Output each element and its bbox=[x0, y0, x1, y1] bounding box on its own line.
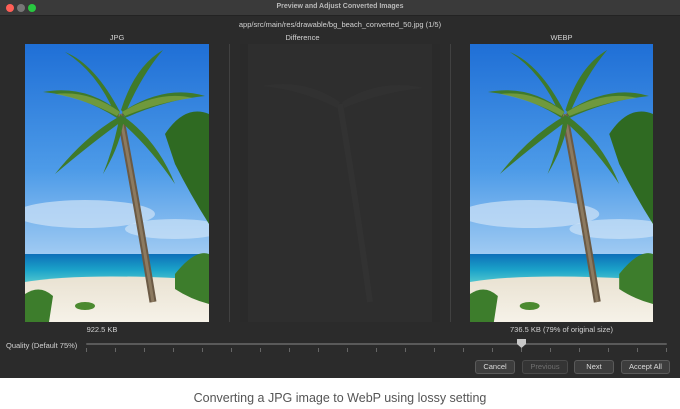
figure-caption: Converting a JPG image to WebP using los… bbox=[193, 391, 487, 405]
previous-button[interactable]: Previous bbox=[522, 360, 568, 374]
window-title: Preview and Adjust Converted Images bbox=[276, 3, 404, 10]
beach-palm-image bbox=[470, 44, 653, 322]
quality-slider[interactable] bbox=[86, 343, 667, 345]
quality-slider-tick bbox=[144, 348, 145, 352]
webp-preview-image bbox=[470, 44, 653, 322]
quality-slider-tick bbox=[492, 348, 493, 352]
preview-dialog: Preview and Adjust Converted Images app/… bbox=[0, 0, 680, 378]
quality-slider-tick bbox=[434, 348, 435, 352]
quality-slider-tick bbox=[579, 348, 580, 352]
difference-preview-image bbox=[240, 44, 440, 322]
quality-slider-tick bbox=[289, 348, 290, 352]
quality-slider-tick bbox=[550, 348, 551, 352]
next-button[interactable]: Next bbox=[574, 360, 614, 374]
cancel-button[interactable]: Cancel bbox=[475, 360, 515, 374]
quality-slider-tick bbox=[86, 348, 87, 352]
quality-slider-tick bbox=[231, 348, 232, 352]
quality-slider-tick bbox=[608, 348, 609, 352]
column-divider bbox=[450, 44, 451, 322]
quality-slider-tick bbox=[115, 348, 116, 352]
quality-slider-thumb[interactable] bbox=[517, 339, 526, 348]
jpg-preview-image bbox=[25, 44, 209, 322]
webp-file-size: 736.5 KB (79% of original size) bbox=[510, 325, 613, 334]
difference-column-label: Difference bbox=[285, 33, 320, 42]
accept-all-button[interactable]: Accept All bbox=[621, 360, 670, 374]
quality-slider-tick bbox=[202, 348, 203, 352]
quality-slider-tick bbox=[666, 348, 667, 352]
quality-slider-tick bbox=[637, 348, 638, 352]
quality-slider-tick bbox=[173, 348, 174, 352]
quality-slider-tick bbox=[376, 348, 377, 352]
jpg-column-label: JPG bbox=[109, 33, 125, 42]
quality-slider-tick bbox=[347, 348, 348, 352]
file-path-label: app/src/main/res/drawable/bg_beach_conve… bbox=[238, 20, 442, 29]
quality-label: Quality (Default 75%) bbox=[6, 341, 78, 350]
quality-slider-tick bbox=[463, 348, 464, 352]
quality-slider-tick bbox=[521, 348, 522, 352]
webp-column-label: WEBP bbox=[550, 33, 573, 42]
beach-palm-image bbox=[25, 44, 209, 322]
quality-slider-tick bbox=[405, 348, 406, 352]
quality-slider-tick bbox=[318, 348, 319, 352]
jpg-file-size: 922.5 KB bbox=[86, 325, 118, 334]
difference-image bbox=[240, 44, 440, 322]
title-bar: Preview and Adjust Converted Images bbox=[0, 0, 680, 16]
column-divider bbox=[229, 44, 230, 322]
quality-slider-tick bbox=[260, 348, 261, 352]
